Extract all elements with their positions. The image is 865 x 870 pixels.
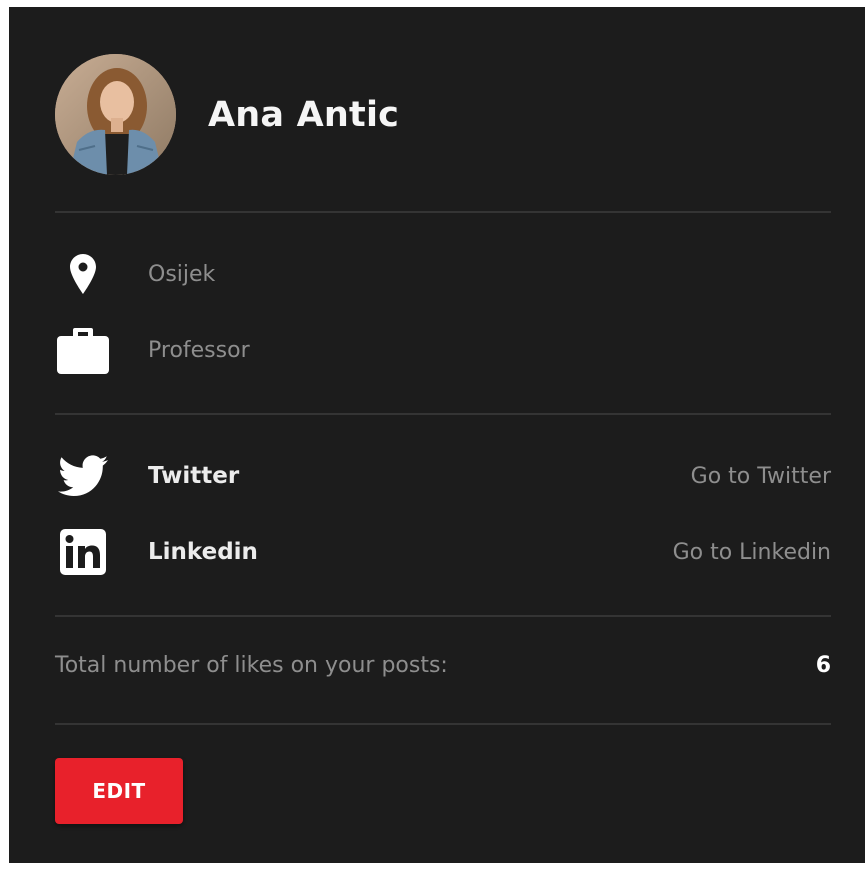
- social-row-twitter: Twitter Go to Twitter: [55, 448, 831, 504]
- likes-label: Total number of likes on your posts:: [55, 653, 448, 678]
- edit-button[interactable]: EDIT: [55, 758, 183, 824]
- social-label: Twitter: [148, 463, 240, 489]
- location-text: Osijek: [148, 261, 216, 287]
- location-row: Osijek: [55, 246, 831, 302]
- likes-count: 6: [815, 653, 831, 678]
- profile-card: Ana Antic Osijek Professor Twitter Go to…: [9, 7, 865, 863]
- social-row-linkedin: Linkedin Go to Linkedin: [55, 524, 831, 580]
- go-to-linkedin-link[interactable]: Go to Linkedin: [673, 540, 831, 565]
- twitter-icon: [55, 448, 111, 504]
- profile-header: Ana Antic: [55, 54, 399, 175]
- divider: [55, 211, 831, 213]
- briefcase-icon: [55, 322, 111, 378]
- social-label: Linkedin: [148, 539, 258, 565]
- linkedin-icon: [55, 524, 111, 580]
- divider: [55, 723, 831, 725]
- profile-name: Ana Antic: [208, 94, 400, 135]
- avatar: [55, 54, 176, 175]
- likes-stat: Total number of likes on your posts: 6: [55, 653, 831, 678]
- divider: [55, 413, 831, 415]
- go-to-twitter-link[interactable]: Go to Twitter: [691, 464, 831, 489]
- occupation-text: Professor: [148, 337, 250, 363]
- divider: [55, 615, 831, 617]
- avatar-photo: [55, 54, 176, 175]
- map-pin-icon: [55, 246, 111, 302]
- occupation-row: Professor: [55, 322, 831, 378]
